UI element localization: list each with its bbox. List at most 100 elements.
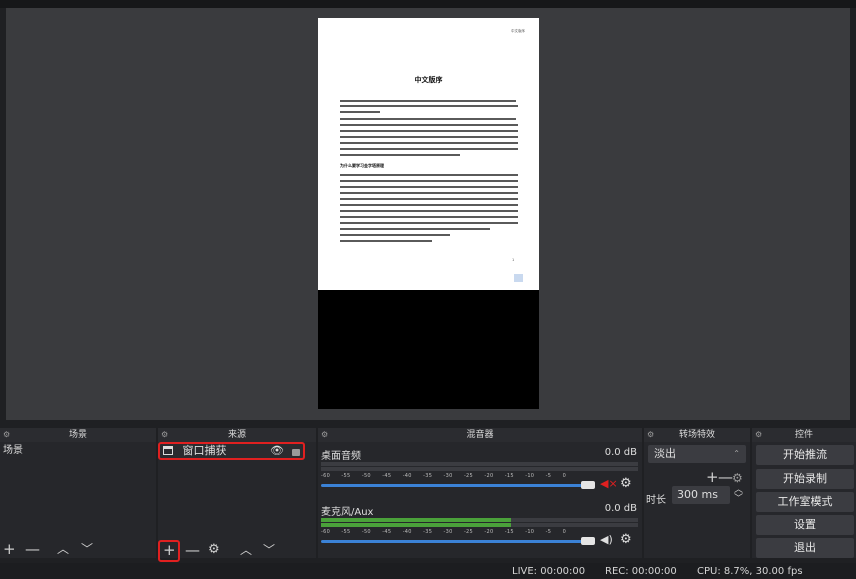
dock-float-icon[interactable]: ⚙ — [3, 428, 10, 442]
dock-float-icon[interactable]: ⚙ — [755, 428, 762, 442]
tick-label: -30 — [443, 529, 453, 535]
volume-slider[interactable] — [321, 484, 591, 487]
transitions-dock: 淡出 ⌃ + — ⚙ 时长 300 ms ︿ ﹀ — [644, 442, 750, 558]
controls-dock: 开始推流 开始录制 工作室模式 设置 退出 — [752, 442, 856, 558]
channel-settings-gear-icon[interactable]: ⚙ — [620, 476, 632, 491]
tick-label: -5 — [545, 473, 552, 479]
exit-button[interactable]: 退出 — [756, 538, 854, 558]
lock-icon[interactable] — [292, 449, 300, 456]
channel-level: 0.0 dB — [604, 447, 637, 458]
tick-label: -20 — [484, 473, 494, 479]
remove-transition-button[interactable]: — — [718, 468, 733, 486]
doc-text-line — [340, 118, 516, 120]
tick-label: -40 — [402, 473, 412, 479]
doc-text-line — [340, 240, 432, 242]
tick-label: -50 — [361, 529, 371, 535]
doc-text-line — [340, 234, 450, 236]
sources-toolbar: + — ⚙ ︿ ﹀ — [158, 540, 316, 562]
volume-slider-handle[interactable] — [581, 537, 595, 545]
doc-title: 中文版序 — [414, 76, 443, 84]
tick-label: -10 — [525, 529, 535, 535]
studio-mode-button[interactable]: 工作室模式 — [756, 492, 854, 512]
add-source-button[interactable]: + — [163, 541, 176, 559]
dock-float-icon[interactable]: ⚙ — [161, 428, 168, 442]
rec-status: REC: 00:00:00 — [605, 566, 677, 577]
settings-button[interactable]: 设置 — [756, 515, 854, 535]
live-status: LIVE: 00:00:00 — [512, 566, 586, 577]
mixer-dock-header: ⚙ 混音器 — [318, 428, 642, 442]
doc-text-line — [340, 124, 518, 126]
source-list-item[interactable]: 窗口捕获 👁 — [158, 442, 305, 460]
duration-value: 300 ms — [677, 488, 718, 501]
scenes-dock: 场景 + — ︿ ﹀ — [0, 442, 156, 558]
add-scene-button[interactable]: + — [3, 540, 16, 558]
tick-label: -15 — [504, 529, 514, 535]
doc-text-line — [340, 130, 518, 132]
meter-fill — [321, 518, 512, 522]
duration-spinbox[interactable]: 300 ms — [672, 486, 730, 504]
move-scene-down-button[interactable]: ﹀ — [81, 540, 93, 558]
controls-dock-header: ⚙ 控件 — [752, 428, 856, 442]
volume-meter — [321, 523, 638, 527]
tick-label: 0 — [562, 473, 567, 479]
tick-label: -25 — [463, 529, 474, 535]
doc-text-line — [340, 174, 518, 176]
duration-stepper-icon[interactable]: ︿ ﹀ — [734, 486, 743, 504]
doc-text-line — [340, 216, 518, 218]
tick-label: -15 — [504, 473, 514, 479]
top-bar — [0, 0, 856, 8]
tick-label: -5 — [545, 529, 552, 535]
tick-label: -10 — [525, 473, 535, 479]
move-scene-up-button[interactable]: ︿ — [57, 540, 69, 558]
doc-text-line — [340, 105, 518, 107]
muted-speaker-icon[interactable]: ◀× — [600, 477, 618, 490]
scene-list-item-label: 场景 — [3, 445, 23, 456]
volume-meter — [321, 518, 638, 522]
speaker-icon[interactable]: ◀) — [600, 533, 613, 546]
volume-slider[interactable] — [321, 540, 591, 543]
meter-ticks: -60 -55 -50 -45 -40 -35 -30 -25 -20 -15 … — [321, 528, 638, 536]
channel-level: 0.0 dB — [604, 503, 637, 514]
scene-list-item[interactable]: 场景 — [0, 444, 156, 458]
volume-meter — [321, 467, 638, 471]
visibility-eye-icon[interactable]: 👁 — [270, 444, 284, 458]
captured-window-empty-area — [318, 290, 539, 409]
dock-float-icon[interactable]: ⚙ — [321, 428, 328, 442]
dock-float-icon[interactable]: ⚙ — [647, 428, 654, 442]
add-transition-button[interactable]: + — [706, 468, 719, 486]
volume-slider-handle[interactable] — [581, 481, 595, 489]
volume-meter — [321, 462, 638, 466]
start-streaming-button[interactable]: 开始推流 — [756, 445, 854, 465]
remove-source-button[interactable]: — — [185, 541, 200, 559]
start-recording-button[interactable]: 开始录制 — [756, 469, 854, 489]
move-source-up-button[interactable]: ︿ — [240, 541, 252, 559]
move-source-down-button[interactable]: ﹀ — [263, 541, 275, 559]
captured-document-page: 中文版序 中文版序 为什么要学习金字塔原理 1 — [318, 18, 539, 290]
tick-label: -45 — [382, 529, 392, 535]
doc-text-line — [340, 148, 518, 150]
tick-label: -40 — [402, 529, 412, 535]
tick-label: -60 — [321, 529, 331, 535]
channel-settings-gear-icon[interactable]: ⚙ — [620, 532, 632, 547]
doc-text-line — [340, 154, 460, 156]
scenes-dock-title: 场景 — [68, 430, 87, 440]
tick-label: -60 — [321, 473, 331, 479]
tick-label: 0 — [562, 529, 567, 535]
sources-dock-header: ⚙ 来源 — [158, 428, 316, 442]
scenes-dock-header: ⚙ 场景 — [0, 428, 156, 442]
remove-scene-button[interactable]: — — [25, 540, 40, 558]
meter-fill — [321, 523, 512, 527]
doc-text-line — [340, 204, 518, 206]
doc-page-number: 1 — [512, 258, 515, 262]
doc-text-line — [340, 111, 380, 113]
transitions-dock-title: 转场特效 — [678, 430, 715, 440]
tick-label: -50 — [361, 473, 371, 479]
doc-text-line — [340, 210, 518, 212]
status-bar: LIVE: 00:00:00 REC: 00:00:00 CPU: 8.7%, … — [0, 563, 856, 579]
obs-window: 中文版序 中文版序 为什么要学习金字塔原理 1 ⚙ 场景 ⚙ 来源 ⚙ 混音器 … — [0, 0, 856, 579]
doc-section-heading: 为什么要学习金字塔原理 — [340, 163, 384, 168]
mixer-dock: 桌面音频 0.0 dB -60 -55 -50 -45 -40 -35 -30 … — [318, 442, 642, 558]
transition-select[interactable]: 淡出 ⌃ — [648, 445, 746, 463]
controls-dock-title: 控件 — [794, 430, 813, 440]
source-properties-gear-icon[interactable]: ⚙ — [208, 541, 220, 559]
